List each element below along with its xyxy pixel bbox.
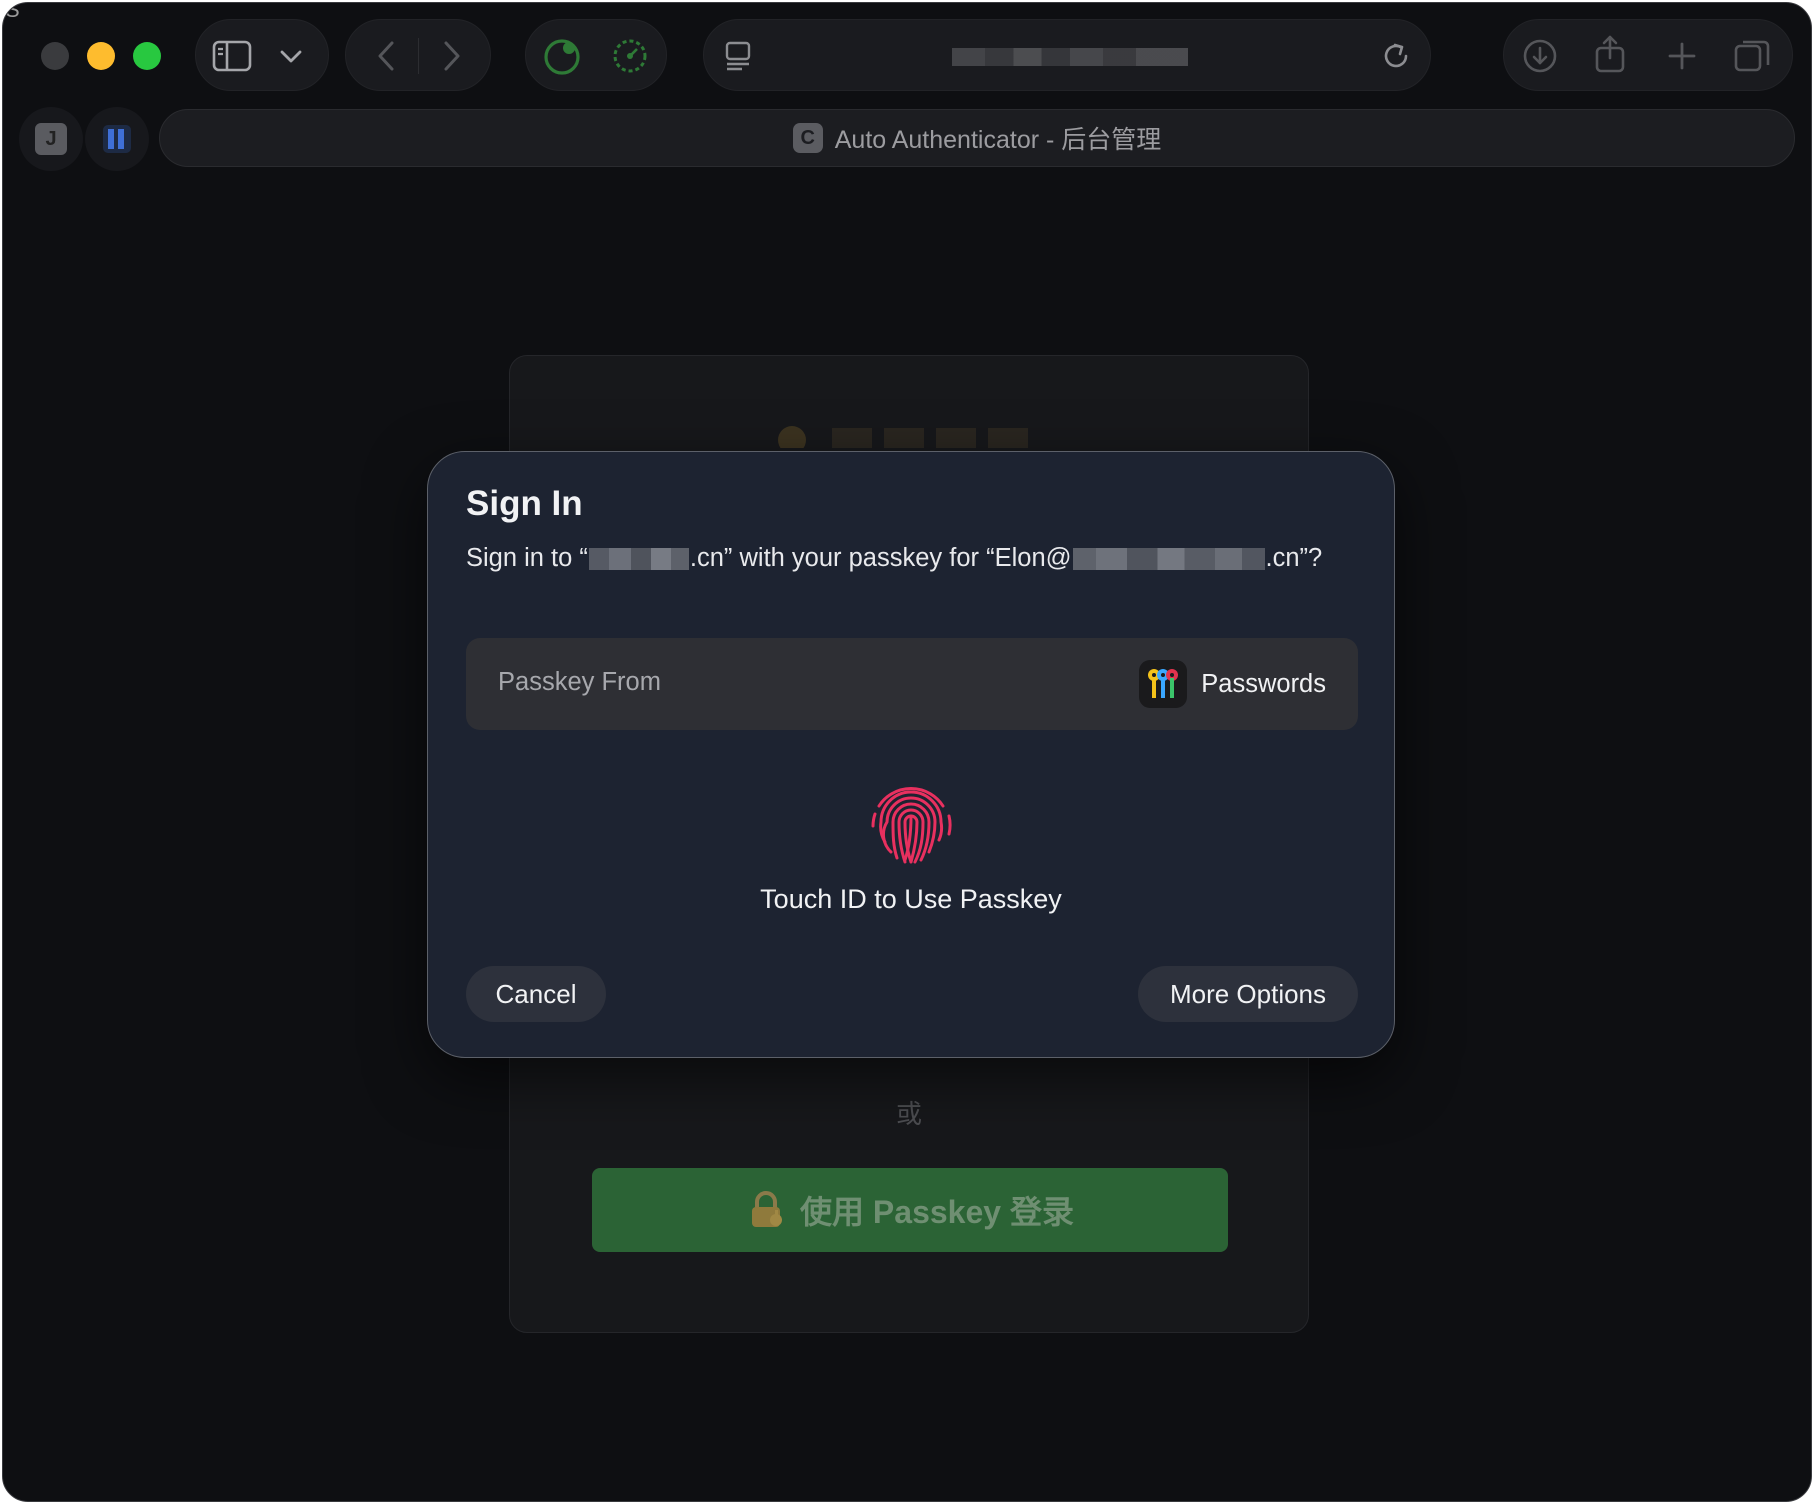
dialog-title: Sign In [466,484,583,523]
url-text-redacted [952,48,1188,66]
extension-gauge-icon[interactable] [608,34,652,78]
address-bar[interactable] [703,19,1431,91]
blue-app-icon [103,125,131,153]
passkey-provider-name: Passwords [1201,669,1326,698]
passkey-provider: Passwords [1139,660,1326,708]
new-tab-icon[interactable] [1660,34,1704,78]
lock-key-icon [752,1191,783,1227]
tab-favicon: C [792,123,823,153]
tab-bar: J C Auto Authenticator - 后台管理 [3,107,1811,171]
more-options-button[interactable]: More Options [1138,966,1358,1022]
touch-id-label: Touch ID to Use Passkey [760,884,1062,914]
fingerprint-icon [871,787,952,864]
extensions-group [525,19,667,91]
close-window-button[interactable] [41,42,69,70]
passwords-app-icon [1139,660,1188,708]
tab-title: Auto Authenticator - 后台管理 [834,126,1162,154]
active-tab[interactable]: C Auto Authenticator - 后台管理 [159,109,1795,167]
dialog-subtitle: Sign in to “ .cn” with your passkey for … [466,544,1322,573]
redacted-domain [588,547,689,570]
back-icon[interactable] [366,36,406,76]
navigation-group [345,19,491,91]
subtitle-domain-suffix: .cn” with your passkey for “Elon@ [689,544,1072,572]
cancel-button[interactable]: Cancel [466,966,606,1022]
browser-window: S J C Auto Authenticator - 后台管理 或 使用 Pas… [2,2,1812,1502]
passkey-sign-in-dialog: Sign In Sign in to “ .cn” with your pass… [427,451,1395,1058]
tab-overview-icon[interactable] [1730,34,1774,78]
nav-divider [418,38,419,74]
pinned-tab-j[interactable]: J [19,107,83,171]
sidebar-icon[interactable] [210,34,254,78]
share-icon[interactable] [1588,32,1632,76]
page-menu-icon[interactable] [718,36,758,76]
minimize-window-button[interactable] [87,42,115,70]
reload-icon[interactable] [1376,36,1416,76]
zoom-window-button[interactable] [133,42,161,70]
subtitle-account-suffix: .cn”? [1265,544,1323,572]
touch-id-area: Touch ID to Use Passkey [428,776,1394,915]
card-heading-obscured [770,418,1070,448]
passkey-from-row[interactable]: Passkey From Passwords [466,638,1358,730]
passkey-login-label: 使用 Passkey 登录 [800,1194,1074,1230]
pinned-tab-j-favicon: J [35,123,67,155]
pinned-tab-blue[interactable] [85,107,149,171]
sidebar-toggle-group [195,19,329,91]
divider-or-text: 或 [895,1099,922,1129]
browser-toolbar [3,3,1811,103]
download-icon[interactable] [1518,34,1562,78]
passkey-login-button[interactable]: 使用 Passkey 登录 [592,1168,1228,1252]
subtitle-prefix: Sign in to “ [466,544,588,572]
forward-icon[interactable] [432,36,472,76]
actions-group [1503,19,1793,91]
passkey-from-label: Passkey From [498,668,661,696]
redacted-account [1072,547,1265,570]
extension-moon-icon[interactable] [540,34,584,78]
chevron-down-icon[interactable] [276,42,306,72]
